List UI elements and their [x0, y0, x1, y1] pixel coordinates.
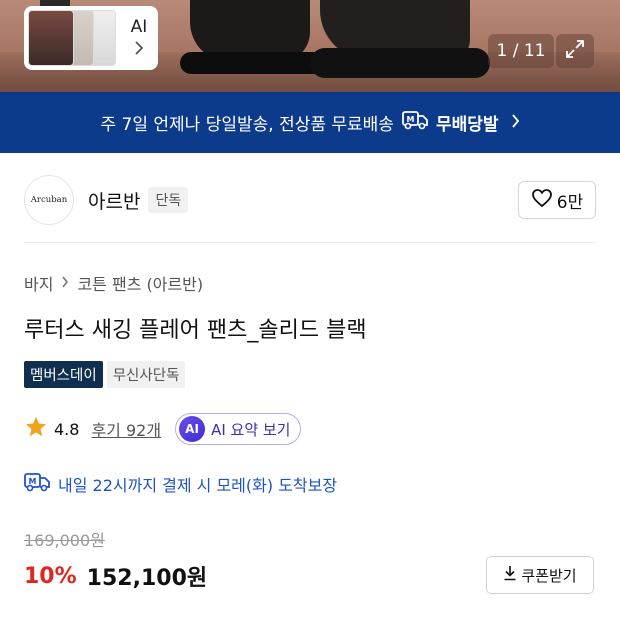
expand-button[interactable] — [556, 34, 594, 68]
delivery-text: 내일 22시까지 결제 시 모레(화) 도착보장 — [58, 476, 338, 495]
expand-icon — [565, 39, 585, 63]
final-price: 152,100원 — [86, 566, 208, 591]
price-row: 10% 152,100원 — [24, 560, 207, 592]
thumbnail-1 — [28, 10, 74, 66]
brand-logo-text: Arcuban — [30, 195, 68, 205]
shipping-banner[interactable]: 주 7일 언제나 당일발송, 전상품 무료배송 M 무배당발 — [0, 92, 620, 153]
brand-name[interactable]: 아르반 — [88, 187, 140, 214]
review-count-link[interactable]: 후기 92개 — [91, 417, 161, 441]
divider — [24, 242, 596, 243]
chevron-right-icon — [134, 41, 144, 59]
delivery-truck-icon: M — [24, 472, 50, 496]
ai-thumbnail-card[interactable]: AI — [24, 6, 158, 70]
delivery-guarantee[interactable]: M 내일 22시까지 결제 시 모레(화) 도착보장 — [24, 472, 337, 496]
original-price: 169,000원 — [24, 531, 105, 550]
image-counter: 1 / 11 — [488, 34, 554, 68]
brand-row: Arcuban 아르반 단독 6만 — [24, 170, 596, 230]
ai-summary-button[interactable]: AI AI 요약 보기 — [175, 413, 302, 445]
product-title: 루터스 새깅 플레어 팬츠_솔리드 블랙 — [24, 318, 367, 343]
rating-value: 4.8 — [54, 419, 80, 439]
tag-members-day: 멤버스데이 — [24, 361, 103, 388]
left-boot-sole — [180, 52, 330, 74]
rating-row: 4.8 후기 92개 AI AI 요약 보기 — [24, 412, 302, 446]
svg-text:M: M — [406, 115, 414, 124]
shipping-badge-text: 무배당발 — [435, 115, 499, 135]
like-button[interactable]: 6만 — [518, 181, 596, 219]
chevron-right-icon — [61, 274, 69, 292]
delivery-truck-icon: M — [402, 110, 428, 135]
brand-logo[interactable]: Arcuban — [24, 175, 74, 225]
ai-badge-icon: AI — [179, 416, 206, 442]
chevron-right-icon — [511, 113, 520, 132]
heart-icon — [531, 188, 553, 213]
tag-musinsa-exclusive: 무신사단독 — [106, 361, 186, 388]
thumb-ai-label: AI — [130, 17, 148, 37]
discount-rate: 10% — [24, 563, 77, 589]
brand-exclusive-badge: 단독 — [148, 187, 189, 213]
like-count: 6만 — [556, 192, 584, 213]
product-tags: 멤버스데이 무신사단독 — [24, 361, 186, 388]
shipping-banner-text: 주 7일 언제나 당일발송, 전상품 무료배송 — [100, 115, 394, 135]
coupon-button[interactable]: 쿠폰받기 — [486, 556, 594, 594]
breadcrumb-item[interactable]: 바지 — [24, 271, 53, 295]
thumbnail-stack — [24, 6, 120, 70]
ai-summary-label: AI 요약 보기 — [211, 420, 291, 439]
right-boot-sole — [310, 48, 490, 78]
breadcrumb: 바지 코튼 팬츠 (아르반) — [24, 271, 203, 295]
star-icon — [24, 415, 48, 443]
svg-text:M: M — [29, 477, 37, 486]
product-image-gallery[interactable]: AI 1 / 11 — [0, 0, 620, 92]
coupon-label: 쿠폰받기 — [521, 566, 577, 585]
breadcrumb-item[interactable]: 코튼 팬츠 (아르반) — [77, 271, 203, 295]
download-icon — [503, 565, 517, 585]
